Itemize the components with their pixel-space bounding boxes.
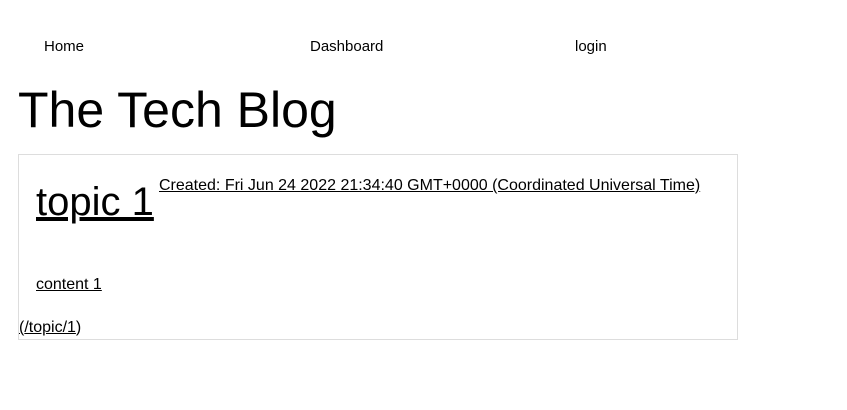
post-card[interactable]: topic 1 Created: Fri Jun 24 2022 21:34:4…: [18, 154, 738, 340]
top-nav: Home Dashboard login: [0, 38, 847, 58]
nav-login-link[interactable]: login: [575, 38, 607, 55]
post-title-link[interactable]: topic 1: [36, 179, 154, 225]
nav-home-link[interactable]: Home: [44, 38, 84, 55]
post-url: (/topic/1): [19, 318, 81, 338]
post-url-close-paren: ): [75, 319, 82, 336]
post-content-link[interactable]: content 1: [36, 275, 102, 295]
post-created-date[interactable]: Created: Fri Jun 24 2022 21:34:40 GMT+00…: [159, 176, 700, 196]
nav-dashboard-link[interactable]: Dashboard: [310, 38, 383, 55]
page-title: The Tech Blog: [18, 82, 337, 138]
post-url-link[interactable]: /topic/1: [24, 319, 76, 336]
